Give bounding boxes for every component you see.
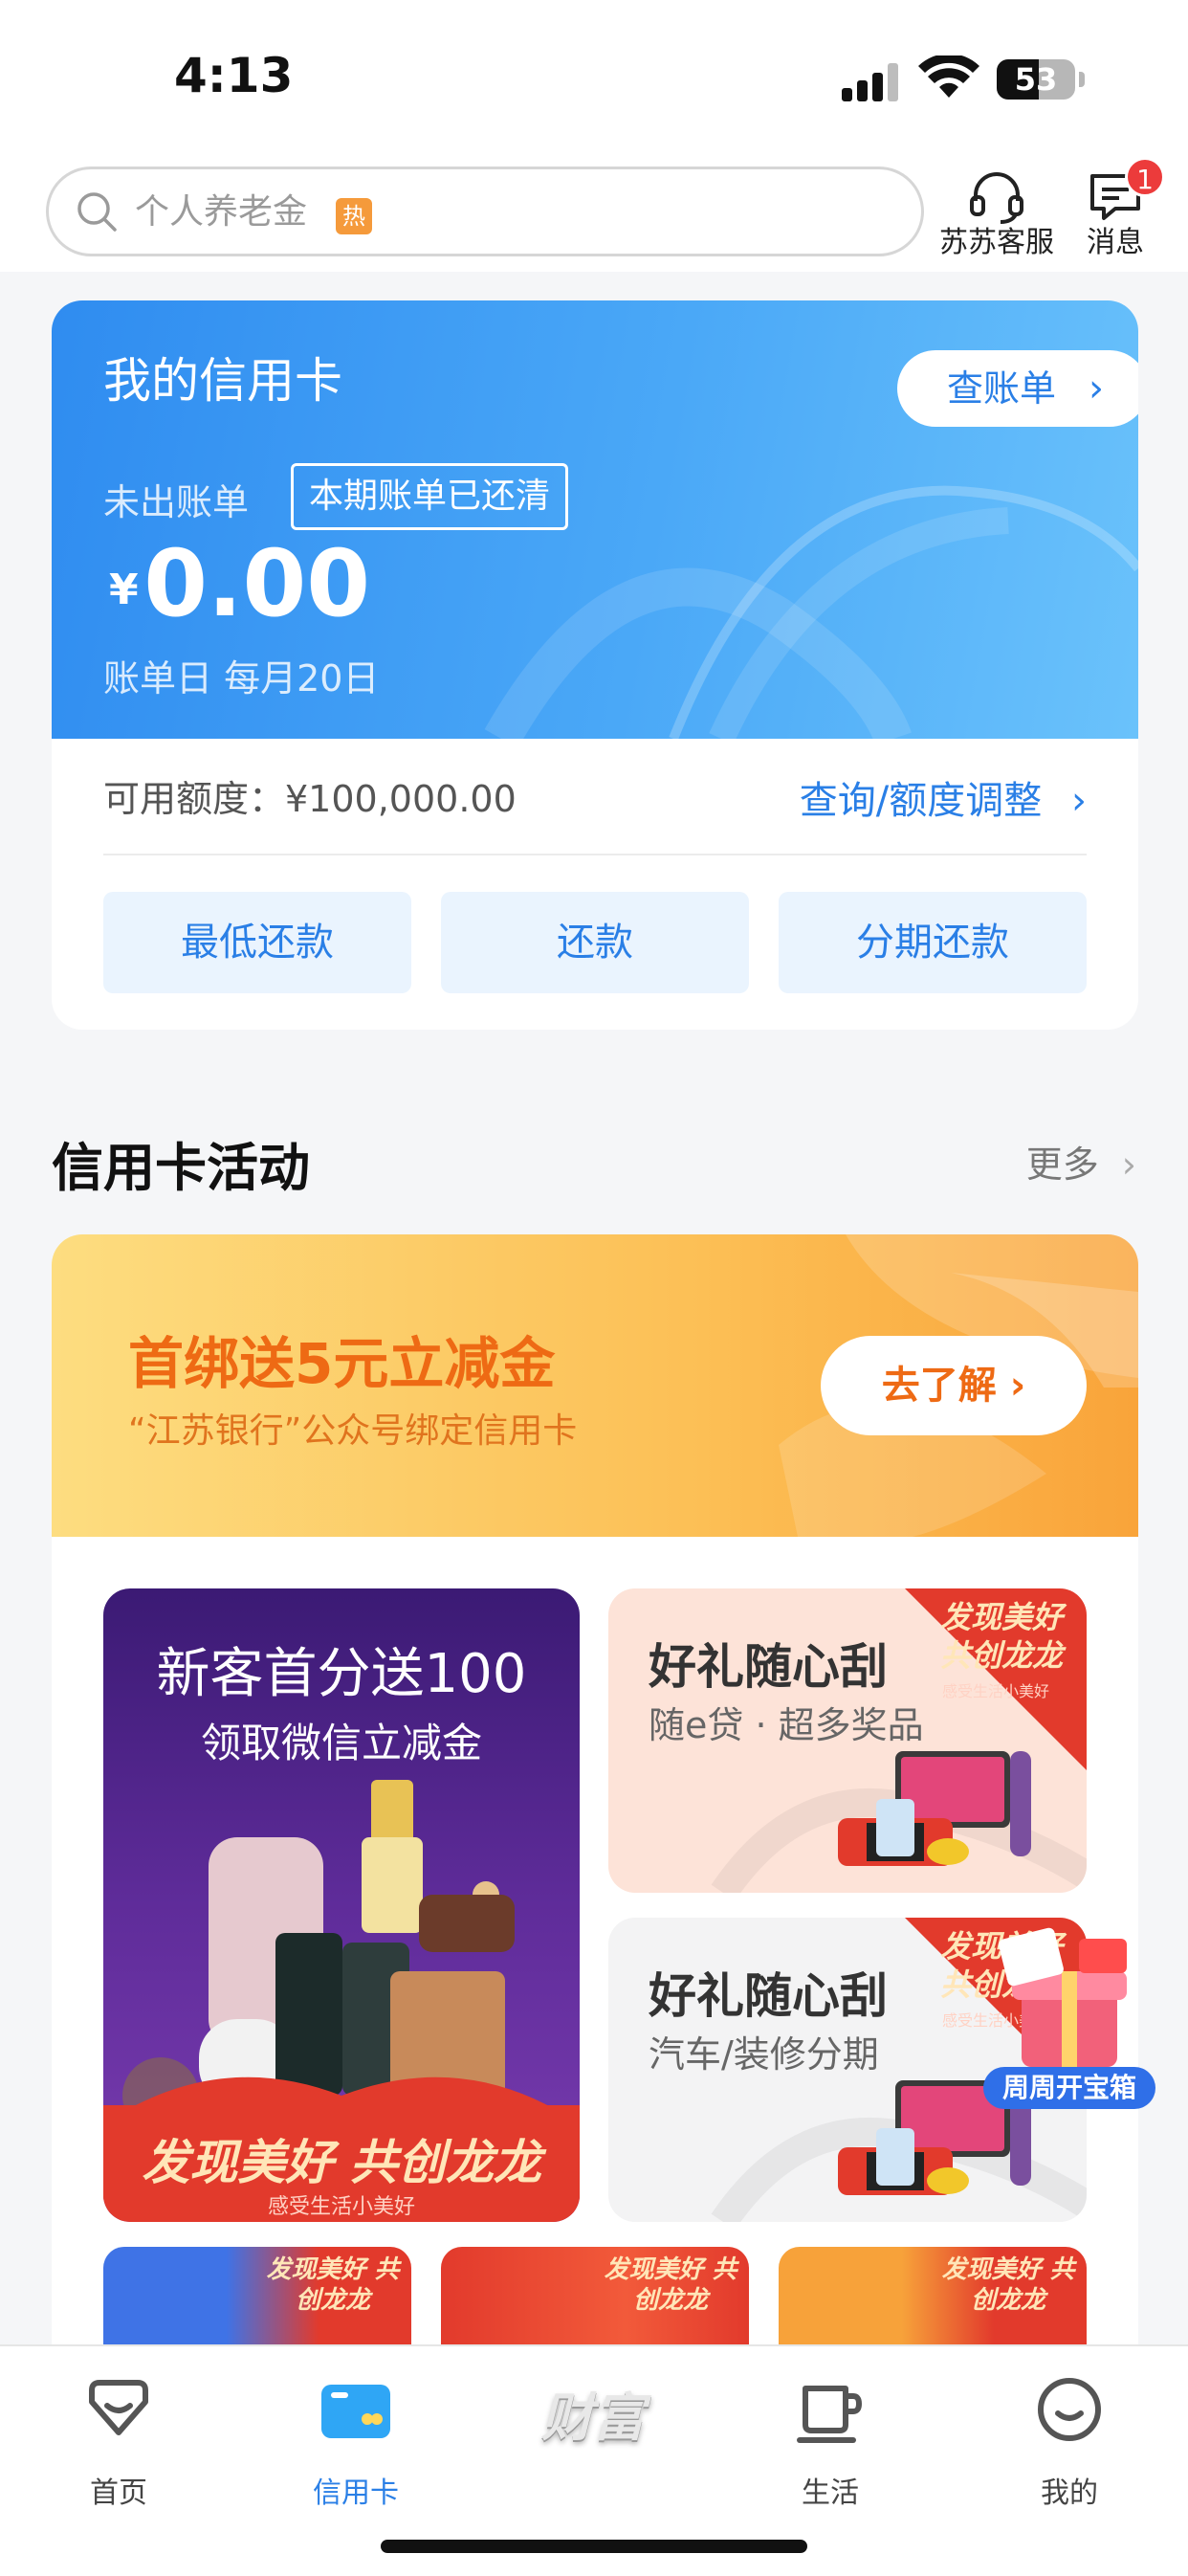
promo-title: 新客首分送100 bbox=[156, 1643, 527, 1705]
tab-mine[interactable]: 我的 bbox=[993, 2362, 1146, 2524]
battery-icon: 53 bbox=[997, 59, 1075, 100]
amount-value: 0.00 bbox=[143, 530, 371, 637]
tab-credit-card[interactable]: 信用卡 bbox=[279, 2362, 432, 2524]
credit-card-panel: 我的信用卡 查账单 › 未出账单 本期账单已还清 ¥ 0.00 账单日 每月20… bbox=[52, 300, 1138, 1030]
new-customer-promo-tile[interactable]: 新客首分送100 领取微信立减金 发现美好 共创龙龙 感受生活小美好 bbox=[103, 1588, 580, 2222]
messages-label: 消息 bbox=[1087, 226, 1144, 259]
scratch-title: 好礼随心刮 bbox=[649, 1639, 888, 1695]
promo-subtitle: 领取微信立减金 bbox=[200, 1720, 482, 1766]
hot-tag: 热 bbox=[336, 198, 372, 234]
search-placeholder: 个人养老金 bbox=[135, 192, 308, 232]
corner-slogan-sub: 感受生活小美好 bbox=[941, 1682, 1049, 1700]
chevron-right-icon: › bbox=[1071, 779, 1087, 823]
paid-status-tag: 本期账单已还清 bbox=[291, 463, 569, 530]
available-credit: 可用额度：¥100,000.00 bbox=[103, 778, 517, 820]
activities-panel: 首绑送5元立减金 “江苏银行”公众号绑定信用卡 去了解 › 新客首分送100 领… bbox=[52, 1234, 1138, 2344]
credit-card-summary[interactable]: 我的信用卡 查账单 › 未出账单 本期账单已还清 ¥ 0.00 账单日 每月20… bbox=[52, 300, 1138, 739]
bind-card-banner[interactable]: 首绑送5元立减金 “江苏银行”公众号绑定信用卡 去了解 › bbox=[52, 1234, 1138, 1537]
bill-day: 账单日 每月20日 bbox=[103, 657, 380, 700]
strip-slogan: 发现美好 共创龙龙 bbox=[941, 2255, 1075, 2315]
chevron-right-icon: › bbox=[1121, 1144, 1136, 1186]
currency-symbol: ¥ bbox=[109, 566, 139, 614]
battery-tip bbox=[1079, 72, 1085, 87]
view-bill-button[interactable]: 查账单 › bbox=[897, 350, 1138, 427]
learn-more-button[interactable]: 去了解 › bbox=[821, 1336, 1087, 1435]
customer-service-label: 苏苏客服 bbox=[939, 226, 1054, 259]
learn-more-label: 去了解 bbox=[881, 1364, 997, 1408]
tab-label: 我的 bbox=[1041, 2476, 1098, 2510]
promo-strip-1[interactable]: 发现美好 共创龙龙 bbox=[103, 2247, 411, 2344]
home-icon bbox=[89, 2380, 148, 2435]
tab-life[interactable]: 生活 bbox=[754, 2362, 907, 2524]
credit-adjust-link[interactable]: 查询/额度调整 › bbox=[800, 769, 1087, 825]
strip-slogan: 发现美好 共创龙龙 bbox=[266, 2255, 400, 2315]
wifi-icon bbox=[918, 56, 979, 98]
messages-button[interactable]: 1 消息 bbox=[1060, 157, 1171, 268]
scratch-subtitle: 汽车/装修分期 bbox=[649, 2033, 879, 2076]
promo-strip-2[interactable]: 发现美好 共创龙龙 bbox=[441, 2247, 749, 2344]
unbilled-label: 未出账单 bbox=[103, 481, 250, 523]
installment-repay-button[interactable]: 分期还款 bbox=[779, 892, 1087, 993]
scratch-title: 好礼随心刮 bbox=[649, 1968, 888, 2024]
tab-label: 生活 bbox=[802, 2476, 859, 2510]
promo-slogan-sub: 感受生活小美好 bbox=[267, 2195, 415, 2219]
chevron-right-icon: › bbox=[1089, 366, 1104, 411]
home-indicator bbox=[381, 2540, 807, 2553]
signal-icon bbox=[842, 63, 899, 101]
header: 个人养老金 热 苏苏客服 1 消息 bbox=[0, 153, 1188, 272]
wealth-logo: 财富 bbox=[541, 2387, 645, 2448]
treasure-box-label: 周周开宝箱 bbox=[983, 2067, 1155, 2109]
tab-wealth[interactable]: 财富 bbox=[526, 2362, 660, 2476]
credit-card-icon bbox=[321, 2385, 390, 2438]
cup-icon bbox=[797, 2386, 863, 2443]
unbilled-amount: ¥ 0.00 bbox=[109, 530, 370, 637]
view-bill-label: 查账单 bbox=[947, 367, 1057, 410]
gift-box-icon bbox=[999, 1927, 1127, 2067]
tab-label: 首页 bbox=[90, 2476, 147, 2510]
promo-strip-3[interactable]: 发现美好 共创龙龙 bbox=[779, 2247, 1087, 2344]
tab-label: 信用卡 bbox=[313, 2476, 399, 2510]
activities-title: 信用卡活动 bbox=[52, 1138, 310, 1198]
banner-subtitle: “江苏银行”公众号绑定信用卡 bbox=[128, 1411, 578, 1451]
message-badge: 1 bbox=[1125, 157, 1165, 197]
weekly-treasure-box[interactable]: 周周开宝箱 bbox=[983, 1923, 1155, 2124]
banner-title: 首绑送5元立减金 bbox=[128, 1331, 556, 1396]
headset-icon bbox=[970, 172, 1023, 224]
customer-service-button[interactable]: 苏苏客服 bbox=[939, 163, 1054, 268]
more-link[interactable]: 更多 › bbox=[1026, 1135, 1136, 1188]
minimum-payment-button[interactable]: 最低还款 bbox=[103, 892, 411, 993]
tab-home[interactable]: 首页 bbox=[42, 2362, 195, 2524]
status-bar: 4:13 53 bbox=[0, 0, 1188, 153]
battery-level: 53 bbox=[1014, 61, 1058, 98]
scratch-subtitle: 随e贷 · 超多奖品 bbox=[649, 1704, 924, 1746]
status-time: 4:13 bbox=[174, 48, 294, 103]
search-icon bbox=[77, 192, 117, 232]
search-input[interactable]: 个人养老金 热 bbox=[46, 167, 924, 256]
smile-icon bbox=[1038, 2378, 1101, 2441]
scratch-card-tile-1[interactable]: 发现美好 共创龙龙 感受生活小美好 好礼随心刮 随e贷 · 超多奖品 bbox=[608, 1588, 1087, 1893]
divider bbox=[103, 854, 1087, 855]
repay-button[interactable]: 还款 bbox=[441, 892, 749, 993]
promo-slogan: 发现美好 共创龙龙 bbox=[142, 2135, 541, 2190]
more-label: 更多 bbox=[1025, 1144, 1099, 1186]
strip-slogan: 发现美好 共创龙龙 bbox=[604, 2255, 737, 2315]
chevron-right-icon: › bbox=[1009, 1364, 1026, 1408]
corner-slogan: 发现美好 共创龙龙 bbox=[939, 1599, 1063, 1674]
card-title: 我的信用卡 bbox=[103, 353, 342, 409]
credit-adjust-label: 查询/额度调整 bbox=[799, 779, 1043, 823]
